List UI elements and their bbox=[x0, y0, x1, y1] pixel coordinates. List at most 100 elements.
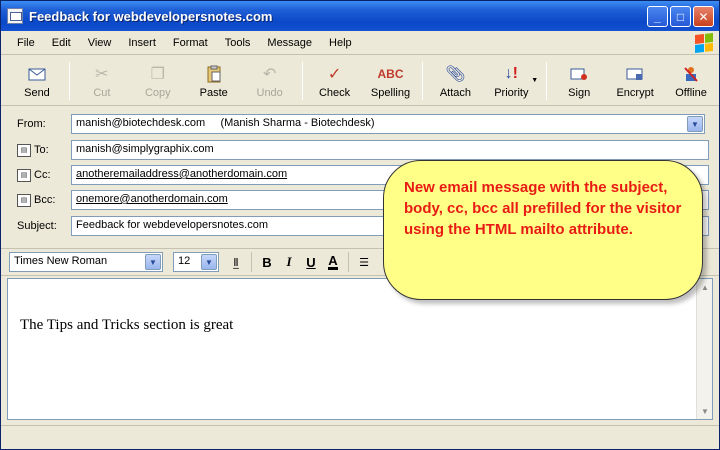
address-book-icon: ▤ bbox=[17, 193, 31, 207]
to-value: manish@simplygraphix.com bbox=[76, 143, 214, 155]
attach-button[interactable]: 📎︎ Attach bbox=[427, 59, 483, 103]
italic-button[interactable]: I bbox=[278, 251, 300, 273]
mail-message-icon bbox=[7, 8, 23, 24]
chevron-down-icon[interactable]: ▼ bbox=[145, 254, 161, 270]
vertical-scrollbar[interactable]: ▲ ▼ bbox=[696, 279, 712, 419]
encrypt-label: Encrypt bbox=[616, 86, 654, 99]
from-row: From: manish@biotechdesk.com (Manish Sha… bbox=[1, 112, 719, 136]
offline-button[interactable]: Offline bbox=[663, 59, 719, 103]
toolbar-separator bbox=[68, 61, 70, 100]
sign-button[interactable]: Sign bbox=[551, 59, 607, 103]
priority-icon: ↓! bbox=[504, 64, 518, 82]
clipboard-icon bbox=[206, 63, 222, 85]
cc-label: Cc: bbox=[34, 169, 51, 181]
font-size-value: 12 bbox=[178, 255, 191, 267]
callout-text: New email message with the subject, body… bbox=[404, 179, 682, 238]
copy-icon: ❐ bbox=[150, 65, 165, 83]
encrypt-button[interactable]: Encrypt bbox=[607, 59, 663, 103]
menu-view[interactable]: View bbox=[88, 37, 112, 49]
to-label-group[interactable]: ▤ To: bbox=[17, 143, 49, 157]
from-select[interactable]: manish@biotechdesk.com (Manish Sharma - … bbox=[71, 114, 705, 134]
paragraph-style-button[interactable]: Ⅱ̲ bbox=[225, 251, 247, 273]
paste-button[interactable]: Paste bbox=[186, 59, 242, 103]
copy-button[interactable]: ❐ Copy bbox=[130, 59, 186, 103]
font-select[interactable]: Times New Roman ▼ bbox=[9, 252, 163, 272]
menu-message[interactable]: Message bbox=[267, 37, 312, 49]
bold-button[interactable]: B bbox=[256, 251, 278, 273]
menu-insert[interactable]: Insert bbox=[128, 37, 156, 49]
numbered-list-icon: ☰ bbox=[359, 256, 369, 269]
from-label: From: bbox=[17, 118, 46, 130]
menu-tools[interactable]: Tools bbox=[225, 37, 251, 49]
minimize-icon: _ bbox=[654, 9, 661, 24]
digital-sign-icon bbox=[570, 63, 588, 85]
undo-button[interactable]: ↶ Undo bbox=[242, 59, 298, 103]
chevron-down-icon[interactable]: ▼ bbox=[201, 254, 217, 270]
chevron-down-icon[interactable]: ▼ bbox=[687, 116, 703, 132]
scroll-up-icon[interactable]: ▲ bbox=[698, 280, 712, 294]
from-value: manish@biotechdesk.com (Manish Sharma - … bbox=[76, 117, 375, 129]
bcc-label-group[interactable]: ▤ Bcc: bbox=[17, 193, 56, 207]
spelling-label: Spelling bbox=[370, 86, 411, 99]
toolbar-separator bbox=[546, 61, 548, 100]
font-size-select[interactable]: 12 ▼ bbox=[173, 252, 219, 272]
font-color-icon: A bbox=[328, 252, 338, 270]
undo-icon: ↶ bbox=[262, 65, 277, 83]
paperclip-icon: 📎︎ bbox=[445, 65, 466, 83]
cc-label-group[interactable]: ▤ Cc: bbox=[17, 168, 51, 182]
cut-label: Cut bbox=[93, 86, 111, 99]
format-separator bbox=[251, 252, 252, 272]
priority-label: Priority bbox=[494, 86, 529, 99]
priority-dropdown-icon[interactable]: ▼ bbox=[531, 77, 538, 84]
maximize-button[interactable]: □ bbox=[670, 6, 691, 27]
spelling-icon: ABC bbox=[377, 66, 404, 81]
sign-label: Sign bbox=[568, 86, 591, 99]
numbering-button[interactable]: ☰ bbox=[353, 251, 375, 273]
subject-label: Subject: bbox=[17, 220, 57, 232]
address-book-icon: ▤ bbox=[17, 143, 31, 157]
status-bar bbox=[1, 425, 719, 449]
offline-label: Offline bbox=[675, 86, 707, 99]
check-label: Check bbox=[318, 86, 351, 99]
font-value: Times New Roman bbox=[14, 255, 108, 267]
windows-logo-icon bbox=[695, 33, 713, 53]
check-names-button[interactable]: ✓ Check bbox=[307, 59, 363, 103]
menu-file[interactable]: File bbox=[17, 37, 35, 49]
bcc-value: onemore@anotherdomain.com bbox=[76, 193, 228, 205]
cc-value: anotheremailaddress@anotherdomain.com bbox=[76, 168, 288, 180]
close-icon: ✕ bbox=[698, 9, 709, 24]
send-icon bbox=[28, 63, 46, 85]
paste-label: Paste bbox=[199, 86, 228, 99]
window-controls: _ □ ✕ bbox=[647, 6, 714, 27]
attach-label: Attach bbox=[439, 86, 471, 99]
close-button[interactable]: ✕ bbox=[693, 6, 714, 27]
encrypt-icon bbox=[626, 63, 644, 85]
address-book-icon: ▤ bbox=[17, 168, 31, 182]
minimize-button[interactable]: _ bbox=[647, 6, 668, 27]
menu-format[interactable]: Format bbox=[173, 37, 208, 49]
body-text: The Tips and Tricks section is great bbox=[20, 317, 234, 333]
check-names-icon: ✓ bbox=[327, 65, 342, 83]
to-label: To: bbox=[34, 144, 49, 156]
menu-edit[interactable]: Edit bbox=[52, 37, 71, 49]
send-button[interactable]: Send bbox=[9, 59, 65, 103]
underline-button[interactable]: U bbox=[300, 251, 322, 273]
copy-label: Copy bbox=[144, 86, 171, 99]
bcc-label: Bcc: bbox=[34, 194, 56, 206]
paragraph-style-icon: Ⅱ̲ bbox=[233, 256, 239, 269]
subject-value: Feedback for webdevelopersnotes.com bbox=[76, 219, 268, 231]
font-color-button[interactable]: A bbox=[322, 251, 344, 273]
menu-help[interactable]: Help bbox=[329, 37, 352, 49]
italic-icon: I bbox=[286, 254, 292, 269]
format-separator bbox=[348, 252, 349, 272]
to-row: ▤ To: manish@simplygraphix.com bbox=[1, 138, 719, 162]
scroll-down-icon[interactable]: ▼ bbox=[698, 404, 712, 418]
send-label: Send bbox=[24, 86, 50, 99]
annotation-callout: New email message with the subject, body… bbox=[383, 160, 703, 300]
to-field[interactable]: manish@simplygraphix.com bbox=[71, 140, 709, 160]
bold-icon: B bbox=[262, 254, 272, 270]
offline-icon bbox=[682, 63, 700, 85]
spelling-button[interactable]: ABC Spelling bbox=[363, 59, 419, 103]
cut-button[interactable]: ✂ Cut bbox=[74, 59, 130, 103]
window-title: Feedback for webdevelopersnotes.com bbox=[29, 8, 273, 24]
